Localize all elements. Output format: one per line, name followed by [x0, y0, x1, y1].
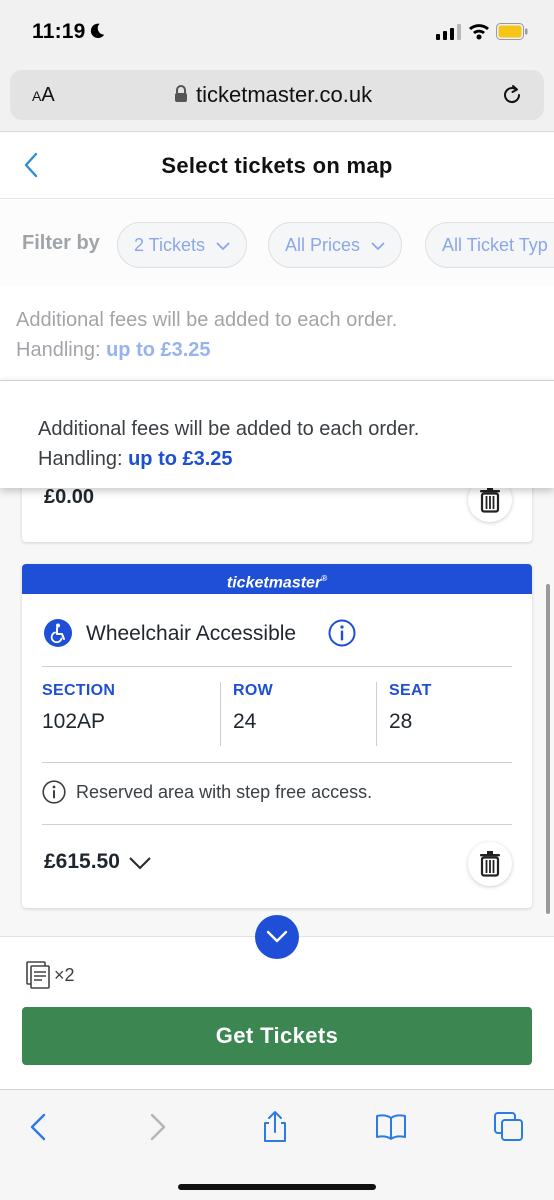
ticket-count: ×2	[54, 965, 75, 985]
bookmarks-icon[interactable]	[374, 1110, 408, 1144]
forward-icon[interactable]	[140, 1110, 174, 1144]
seat-value: 28	[389, 710, 413, 733]
row-column: ROW 24	[220, 682, 376, 746]
home-indicator	[178, 1184, 376, 1190]
ticket-card: ticketmaster® Wheelchair Accessible SECT…	[22, 564, 532, 908]
fees-notice-background: Additional fees will be added to each or…	[16, 309, 398, 361]
row-label: ROW	[233, 682, 274, 699]
chevron-down-icon	[216, 242, 230, 251]
ticketmaster-banner: ticketmaster®	[22, 564, 532, 594]
status-time: 11:19	[32, 20, 86, 43]
moon-icon	[90, 23, 105, 39]
filter-label: Filter by	[22, 232, 100, 254]
page-header: Select tickets on map	[0, 133, 554, 199]
tabs-icon[interactable]	[492, 1110, 526, 1144]
filter-chip-ticket-types[interactable]: All Ticket Typ	[425, 222, 554, 268]
section-column: SECTION 102AP	[42, 682, 220, 746]
chevron-down-icon	[266, 930, 288, 943]
ticket-price[interactable]: £615.50	[44, 850, 120, 874]
filter-bar: Filter by 2 Tickets All Prices All Ticke…	[0, 200, 554, 286]
scrollbar[interactable]	[546, 584, 550, 914]
filter-chip-prices[interactable]: All Prices	[268, 222, 403, 268]
section-label: SECTION	[42, 682, 116, 699]
share-icon[interactable]	[258, 1110, 292, 1144]
divider	[42, 824, 512, 825]
browser-toolbar	[0, 1089, 554, 1200]
info-icon	[42, 780, 66, 804]
wifi-icon	[469, 24, 489, 40]
back-icon[interactable]	[22, 1110, 56, 1144]
trash-icon	[480, 487, 500, 513]
chevron-down-icon	[371, 242, 385, 251]
ticket-type-label: Wheelchair Accessible	[86, 622, 297, 645]
row-value: 24	[233, 710, 257, 733]
battery-icon	[496, 23, 528, 40]
ticket-icon	[26, 961, 50, 989]
seat-column: SEAT 28	[376, 682, 512, 746]
fees-popover: Additional fees will be added to each or…	[0, 380, 554, 488]
lock-icon	[175, 85, 187, 102]
divider	[42, 666, 512, 667]
expand-button[interactable]	[255, 915, 299, 959]
ticket-note: Reserved area with step free access.	[76, 782, 373, 802]
wheelchair-icon	[44, 619, 72, 647]
previous-ticket-price: £0.00	[44, 486, 95, 508]
divider	[42, 762, 512, 763]
remove-ticket-button[interactable]	[468, 842, 512, 886]
signal-icon	[436, 24, 461, 40]
url-text[interactable]: ticketmaster.co.uk	[196, 82, 372, 108]
browser-chrome: 11:19 AA ticketmaster.co.uk	[0, 0, 554, 132]
status-bar: 11:19	[0, 0, 554, 62]
seat-label: SEAT	[389, 682, 432, 699]
page-title: Select tickets on map	[161, 153, 393, 178]
reload-icon[interactable]	[500, 83, 524, 107]
filter-chip-tickets[interactable]: 2 Tickets	[117, 222, 248, 268]
get-tickets-button[interactable]: Get Tickets	[22, 1007, 532, 1065]
address-bar[interactable]: AA ticketmaster.co.uk	[10, 70, 544, 120]
text-size-button[interactable]: AA	[32, 84, 55, 107]
info-icon[interactable]	[328, 619, 356, 647]
section-value: 102AP	[42, 710, 106, 733]
trash-icon	[480, 851, 500, 877]
chevron-down-icon[interactable]	[128, 856, 152, 870]
fees-popover-text: Additional fees will be added to each or…	[38, 418, 420, 470]
